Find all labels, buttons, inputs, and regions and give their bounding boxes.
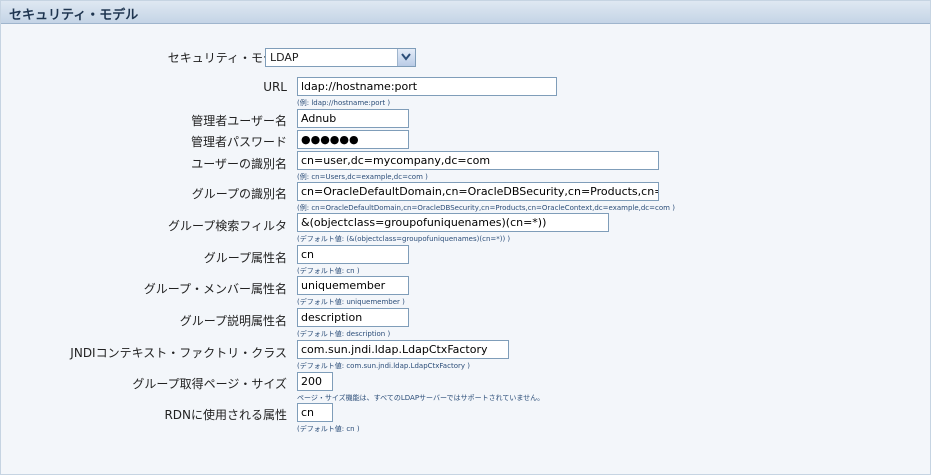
group-search-filter-label: グループ検索フィルタ (167, 219, 287, 233)
jndi-factory-input[interactable]: com.sun.jndi.ldap.LdapCtxFactory (297, 340, 509, 359)
group-description-attribute-input[interactable]: description (297, 308, 409, 327)
group-attribute-input[interactable]: cn (297, 245, 409, 264)
page-size-input[interactable]: 200 (297, 372, 333, 391)
rdn-attribute-input[interactable]: cn (297, 403, 333, 422)
group-member-attribute-hint: (デフォルト値: uniquemember ) (297, 298, 405, 306)
dropdown-button[interactable] (397, 49, 415, 66)
security-model-panel: セキュリティ・モデル セキュリティ・モデル LDAP URL ldap://ho… (0, 0, 931, 475)
group-description-attribute-label: グループ説明属性名 (179, 314, 287, 328)
rdn-attribute-label: RDNに使用される属性 (164, 408, 287, 422)
url-hint: (例: ldap://hostname:port ) (297, 99, 391, 107)
group-search-filter-hint: (デフォルト値: (&(objectclass=groupofuniquenam… (297, 235, 511, 243)
jndi-factory-label: JNDIコンテキスト・ファクトリ・クラス (70, 346, 287, 360)
user-dn-hint: (例: cn=Users,dc=example,dc=com ) (297, 173, 428, 181)
url-input[interactable]: ldap://hostname:port (297, 77, 557, 96)
jndi-factory-hint: (デフォルト値: com.sun.jndi.ldap.LdapCtxFactor… (297, 362, 470, 370)
group-member-attribute-input[interactable]: uniquemember (297, 276, 409, 295)
admin-password-input[interactable]: ●●●●●● (297, 130, 409, 149)
security-model-select[interactable]: LDAP (265, 48, 416, 67)
security-model-selected-value: LDAP (270, 51, 299, 64)
user-dn-input[interactable]: cn=user,dc=mycompany,dc=com (297, 151, 659, 170)
admin-password-label: 管理者パスワード (190, 135, 287, 149)
chevron-down-icon (401, 53, 411, 61)
panel-title: セキュリティ・モデル (9, 8, 139, 23)
rdn-attribute-hint: (デフォルト値: cn ) (297, 425, 360, 433)
group-description-attribute-hint: (デフォルト値: description ) (297, 330, 391, 338)
group-dn-input[interactable]: cn=OracleDefaultDomain,cn=OracleDBSecuri… (297, 182, 659, 201)
user-dn-label: ユーザーの識別名 (191, 157, 287, 171)
group-attribute-label: グループ属性名 (203, 251, 287, 265)
group-member-attribute-label: グループ・メンバー属性名 (143, 282, 287, 296)
url-label: URL (263, 80, 287, 94)
group-dn-label: グループの識別名 (191, 187, 287, 201)
group-dn-hint: (例: cn=OracleDefaultDomain,cn=OracleDBSe… (297, 204, 675, 212)
page-size-hint: ページ・サイズ機能は、すべてのLDAPサーバーではサポートされていません。 (297, 394, 545, 402)
group-attribute-hint: (デフォルト値: cn ) (297, 267, 360, 275)
panel-header: セキュリティ・モデル (1, 1, 930, 24)
group-search-filter-input[interactable]: &(objectclass=groupofuniquenames)(cn=*)) (297, 213, 609, 232)
admin-user-input[interactable]: Adnub (297, 109, 409, 128)
page-size-label: グループ取得ページ・サイズ (132, 377, 287, 391)
admin-user-label: 管理者ユーザー名 (191, 114, 287, 128)
